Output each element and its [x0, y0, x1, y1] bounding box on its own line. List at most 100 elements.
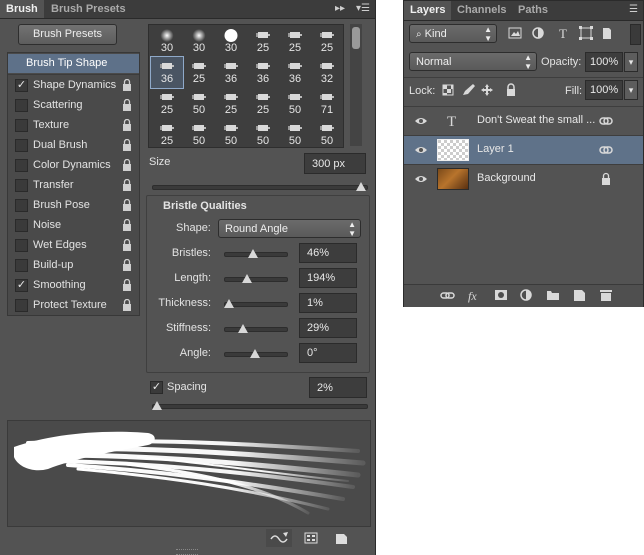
tab-channels[interactable]: Channels [451, 1, 513, 19]
size-slider[interactable] [152, 185, 368, 190]
toggle-bristle-preview-icon[interactable] [266, 529, 292, 547]
brush-tip-item[interactable]: 50 [279, 119, 311, 147]
option-checkbox[interactable] [15, 239, 28, 252]
brush-option-item[interactable]: Color Dynamics [8, 155, 139, 175]
brush-tip-item[interactable]: 50 [215, 119, 247, 147]
option-checkbox[interactable] [15, 159, 28, 172]
lock-icon[interactable] [122, 258, 132, 271]
brush-tip-item[interactable]: 50 [183, 88, 215, 119]
lock-icon[interactable] [122, 158, 132, 171]
brush-option-item[interactable]: Dual Brush [8, 135, 139, 155]
option-checkbox[interactable]: ✓ [15, 79, 28, 92]
brush-tip-item[interactable]: 30 [215, 26, 247, 57]
filter-toggle[interactable] [630, 24, 641, 45]
spacing-slider[interactable] [152, 404, 368, 409]
option-checkbox[interactable] [15, 299, 28, 312]
brush-tip-item[interactable]: 30 [183, 26, 215, 57]
brush-option-item[interactable]: Protect Texture [8, 295, 139, 315]
bristle-param-field[interactable]: 0° [299, 343, 357, 363]
layer-row[interactable]: Background [404, 164, 643, 193]
brush-tip-item[interactable]: 36 [247, 57, 279, 88]
brush-option-item[interactable]: Brush Tip Shape [8, 54, 139, 73]
brush-tip-item[interactable]: 36 [150, 56, 184, 89]
bristle-param-field[interactable]: 46% [299, 243, 357, 263]
bristle-param-field[interactable]: 29% [299, 318, 357, 338]
scrollbar-thumb[interactable] [352, 27, 360, 49]
eye-icon[interactable] [414, 174, 428, 184]
layer-row[interactable]: T Don't Sweat the small ... [404, 106, 643, 135]
brush-tip-scrollbar[interactable] [350, 24, 362, 146]
filter-kind-select[interactable]: ⌕ Kind ▲ ▼ [409, 24, 497, 43]
brush-tip-item[interactable]: 50 [311, 119, 343, 147]
option-checkbox[interactable] [15, 119, 28, 132]
lock-icon[interactable] [122, 218, 132, 231]
tab-paths[interactable]: Paths [512, 1, 554, 19]
brush-tip-item[interactable]: 25 [247, 26, 279, 57]
option-checkbox[interactable] [15, 139, 28, 152]
brush-tip-item[interactable]: 50 [279, 88, 311, 119]
brush-tip-item[interactable]: 25 [183, 57, 215, 88]
lock-icon[interactable] [122, 138, 132, 151]
opacity-dropdown-icon[interactable]: ▾ [624, 52, 638, 72]
eye-icon[interactable] [414, 116, 428, 126]
brush-tip-item[interactable]: 25 [151, 88, 183, 119]
lock-icon[interactable] [122, 278, 132, 291]
fill-field[interactable]: 100% [585, 80, 623, 100]
brush-option-item[interactable]: Build-up [8, 255, 139, 275]
create-new-brush-icon[interactable] [328, 529, 354, 547]
layer-row[interactable]: Layer 1 [404, 135, 643, 164]
brush-tip-item[interactable]: 71 [311, 88, 343, 119]
lock-icon[interactable] [122, 198, 132, 211]
brush-tip-item[interactable]: 32 [311, 57, 343, 88]
bristle-param-knob[interactable] [238, 324, 249, 333]
panel-menu-icon[interactable]: ▾☰ [356, 0, 370, 18]
resize-grip[interactable] [176, 549, 198, 555]
opacity-field[interactable]: 100% [585, 52, 623, 72]
bristle-param-knob[interactable] [242, 274, 253, 283]
lock-icon[interactable] [122, 238, 132, 251]
brush-presets-button[interactable]: Brush Presets [18, 24, 117, 45]
bristle-param-slider[interactable] [224, 327, 288, 332]
brush-option-item[interactable]: Scattering [8, 95, 139, 115]
blend-mode-select[interactable]: Normal ▲ ▼ [409, 52, 537, 71]
lock-icon[interactable] [122, 98, 132, 111]
brush-option-item[interactable]: Wet Edges [8, 235, 139, 255]
open-preset-manager-icon[interactable] [298, 529, 324, 547]
brush-tip-item[interactable]: 36 [279, 57, 311, 88]
brush-tip-item[interactable]: 36 [215, 57, 247, 88]
option-checkbox[interactable] [15, 259, 28, 272]
bristle-param-slider[interactable] [224, 277, 288, 282]
option-checkbox[interactable]: ✓ [15, 279, 28, 292]
option-checkbox[interactable] [15, 99, 28, 112]
spacing-slider-knob[interactable] [152, 401, 162, 410]
lock-icon[interactable] [122, 78, 132, 91]
option-checkbox[interactable] [15, 219, 28, 232]
bristle-param-field[interactable]: 194% [299, 268, 357, 288]
bristle-param-field[interactable]: 1% [299, 293, 357, 313]
fill-dropdown-icon[interactable]: ▾ [624, 80, 638, 100]
brush-option-item[interactable]: Transfer [8, 175, 139, 195]
brush-tip-item[interactable]: 25 [279, 26, 311, 57]
lock-icon[interactable] [122, 178, 132, 191]
brush-tip-item[interactable]: 50 [247, 119, 279, 147]
bristle-param-knob[interactable] [224, 299, 234, 308]
size-field[interactable]: 300 px [304, 153, 366, 174]
panel-menu-icon[interactable]: ☰ [629, 1, 638, 19]
option-checkbox[interactable] [15, 179, 28, 192]
eye-icon[interactable] [414, 145, 428, 155]
size-slider-knob[interactable] [356, 182, 366, 191]
shape-select[interactable]: Round Angle ▲ ▼ [218, 219, 361, 238]
lock-icon[interactable] [122, 298, 132, 311]
lock-icon[interactable] [122, 118, 132, 131]
brush-option-item[interactable]: Noise [8, 215, 139, 235]
brush-tip-item[interactable]: 25 [151, 119, 183, 147]
brush-tip-item[interactable]: 30 [151, 26, 183, 57]
spacing-checkbox[interactable]: ✓ [150, 381, 163, 394]
brush-option-item[interactable]: ✓ Shape Dynamics [8, 75, 139, 95]
option-checkbox[interactable] [15, 199, 28, 212]
brush-option-item[interactable]: Brush Pose [8, 195, 139, 215]
brush-option-item[interactable]: ✓ Smoothing [8, 275, 139, 295]
spacing-field[interactable]: 2% [309, 377, 367, 398]
brush-tip-item[interactable]: 25 [311, 26, 343, 57]
collapse-icon[interactable]: ▸▸ [335, 0, 345, 18]
